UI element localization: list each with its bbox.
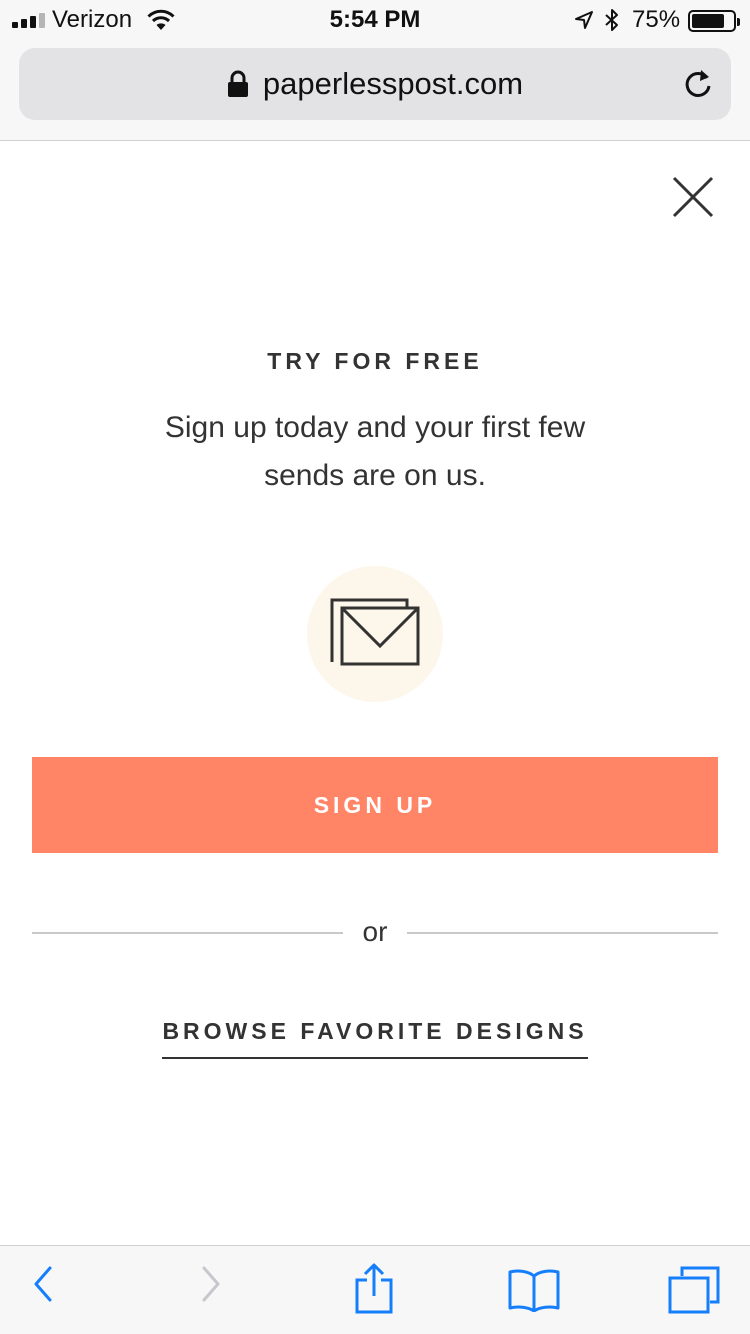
modal-subtext: Sign up today and your first few sends a…: [164, 411, 586, 492]
browser-address-area: paperlesspost.com: [0, 40, 750, 141]
location-icon: [575, 11, 593, 29]
tabs-icon[interactable]: [668, 1266, 720, 1314]
divider-left: [32, 932, 343, 934]
battery-icon: [688, 10, 740, 32]
status-bar: Verizon 5:54 PM 75%: [0, 0, 750, 40]
lock-icon: [227, 70, 248, 97]
share-icon[interactable]: [354, 1262, 394, 1314]
bookmarks-icon[interactable]: [508, 1268, 560, 1312]
close-icon[interactable]: [668, 172, 718, 222]
modal-heading: TRY FOR FREE: [267, 348, 483, 374]
browse-link-wrapper: BROWSE FAVORITE DESIGNS: [0, 1018, 750, 1059]
signup-button[interactable]: SIGN UP: [32, 757, 718, 853]
back-icon[interactable]: [30, 1264, 56, 1304]
battery-percent: 75%: [632, 6, 681, 33]
safari-toolbar: [0, 1245, 750, 1334]
forward-icon[interactable]: [198, 1264, 224, 1304]
reload-icon[interactable]: [681, 67, 715, 101]
or-separator: or: [362, 916, 388, 947]
address-bar[interactable]: paperlesspost.com: [19, 48, 731, 120]
url-text[interactable]: paperlesspost.com: [263, 66, 523, 102]
browse-favorite-designs-link[interactable]: BROWSE FAVORITE DESIGNS: [162, 1018, 588, 1059]
envelopes-icon: [330, 598, 420, 666]
bluetooth-icon: [605, 9, 618, 31]
divider-right: [407, 932, 718, 934]
